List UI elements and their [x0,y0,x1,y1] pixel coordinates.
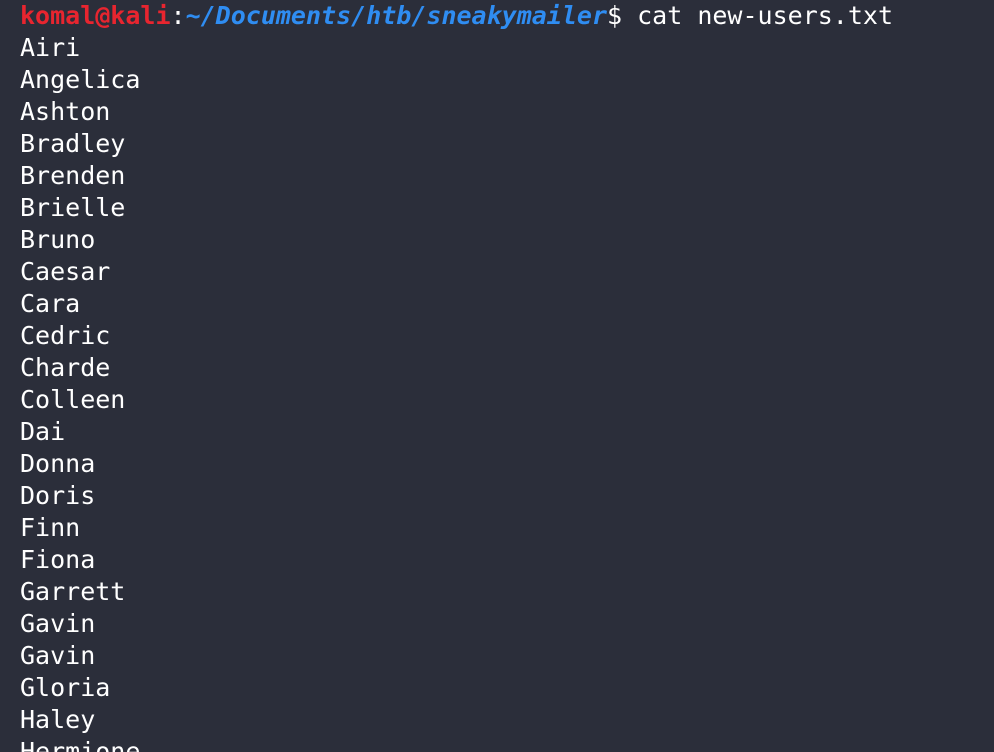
output-line: Donna [20,449,96,478]
output-line: Angelica [20,65,141,94]
output-line: Brielle [20,193,126,222]
output-line: Bradley [20,129,126,158]
terminal-content: komal@kali:~/Documents/htb/sneakymailer$… [20,0,893,752]
output-line: Airi [20,33,81,62]
output-line: Bruno [20,225,96,254]
output-line: Doris [20,481,96,510]
output-line: Gloria [20,673,111,702]
output-line: Dai [20,417,66,446]
output-line: Haley [20,705,96,734]
prompt-user-host: komal@kali [20,1,171,30]
output-line: Hermione [20,737,141,752]
output-line: Cedric [20,321,111,350]
terminal-window[interactable]: komal@kali:~/Documents/htb/sneakymailer$… [0,0,994,752]
command-text: cat new-users.txt [622,1,894,30]
output-line: Garrett [20,577,126,606]
output-line: Cara [20,289,81,318]
output-line: Ashton [20,97,111,126]
prompt-symbol: $ [607,1,623,30]
prompt-path: ~/Documents/htb/sneakymailer [185,1,608,30]
prompt-separator: : [170,1,186,30]
output-line: Fiona [20,545,96,574]
output-line: Brenden [20,161,126,190]
output-line: Gavin [20,641,96,670]
output-line: Charde [20,353,111,382]
output-line: Colleen [20,385,126,414]
output-line: Gavin [20,609,96,638]
output-line: Finn [20,513,81,542]
prompt-line: komal@kali:~/Documents/htb/sneakymailer$… [20,0,893,32]
output-line: Caesar [20,257,111,286]
